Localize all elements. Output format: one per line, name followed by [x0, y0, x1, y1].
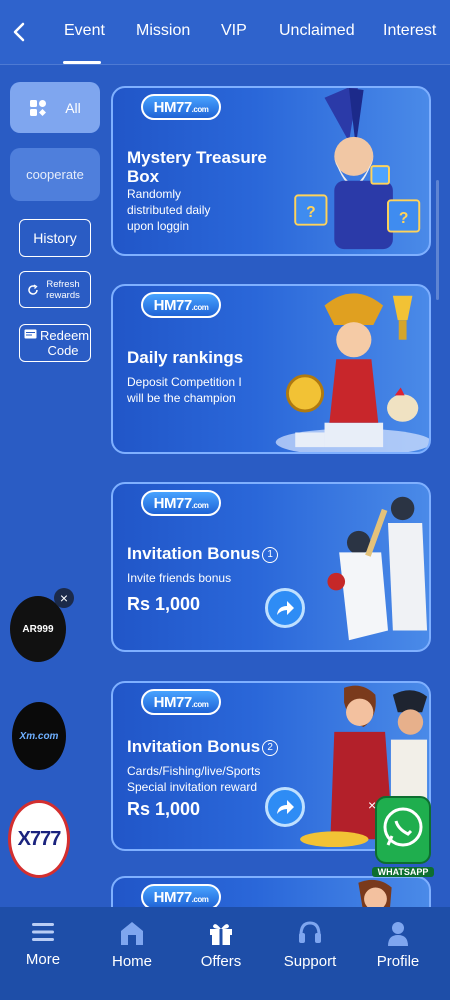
refresh-icon — [28, 283, 38, 295]
refresh-rewards-button[interactable]: Refresh rewards — [19, 271, 91, 308]
menu-icon — [32, 923, 54, 941]
card-description: Deposit Competition I will be the champi… — [127, 375, 242, 405]
category-all-label: All — [65, 99, 81, 116]
nav-home[interactable]: Home — [92, 919, 172, 970]
bottom-navigation: More Home Offers Support Profile — [0, 907, 450, 1000]
whatsapp-button[interactable]: WHATSAPP × — [368, 795, 434, 883]
tab-event[interactable]: Event — [64, 22, 105, 40]
scrollbar[interactable] — [436, 180, 439, 300]
tab-vip[interactable]: VIP — [221, 22, 247, 40]
nav-home-label: Home — [111, 953, 152, 970]
event-card-mystery-treasure[interactable]: HM77 .com Mystery Treasure Box Randomly d… — [111, 86, 431, 256]
card-description: Randomly distributed daily upon loggin — [127, 187, 211, 233]
close-icon[interactable]: × — [368, 797, 376, 813]
home-icon — [121, 922, 143, 945]
back-button[interactable] — [8, 18, 30, 46]
card-description: Cards/Fishing/live/Sports Special invita… — [127, 764, 261, 794]
nav-profile[interactable]: Profile — [358, 919, 438, 970]
nav-more[interactable]: More — [3, 919, 83, 968]
svg-text:?: ? — [306, 204, 316, 221]
code-icon — [24, 329, 37, 339]
event-card-daily-rankings[interactable]: HM77 .com Daily rankings Deposit Competit… — [111, 284, 431, 454]
grid-icon — [30, 99, 47, 116]
nav-profile-label: Profile — [376, 953, 420, 970]
top-tab-bar: Event Mission VIP Unclaimed Interest — [0, 0, 450, 65]
profile-icon — [388, 922, 408, 946]
card-title: Daily rankings — [127, 348, 244, 367]
share-arrow-icon — [277, 800, 294, 814]
svg-text:?: ? — [399, 210, 409, 227]
close-icon[interactable]: × — [54, 588, 74, 608]
wizard-illustration: ? ? — [294, 88, 421, 250]
card-title: Invitation Bonus 1 — [127, 544, 287, 563]
tab-mission[interactable]: Mission — [136, 22, 190, 40]
category-all[interactable]: All — [10, 82, 100, 133]
card-title: Mystery Treasure Box — [127, 148, 267, 186]
nav-offers[interactable]: Offers — [181, 919, 261, 970]
brand-logo: HM77 .com — [141, 292, 221, 318]
x777-game-icon[interactable]: X777 — [8, 800, 70, 878]
tab-interest[interactable]: Interest — [383, 22, 436, 40]
brand-logo: HM77 .com — [141, 689, 221, 715]
tab-unclaimed[interactable]: Unclaimed — [279, 22, 355, 40]
redeem-code-button[interactable]: Redeem Code — [19, 324, 91, 362]
category-cooperate-label: cooperate — [26, 167, 84, 182]
xm-game-icon[interactable]: Xm.com — [12, 702, 66, 770]
event-card-invitation-bonus-1[interactable]: HM77 .com Invitation Bonus 1 Invite friend… — [111, 482, 431, 652]
share-arrow-icon — [277, 601, 294, 615]
active-tab-indicator — [63, 61, 101, 64]
history-label: History — [33, 230, 77, 246]
nav-support-label: Support — [283, 953, 337, 970]
history-button[interactable]: History — [19, 219, 91, 257]
gift-icon — [210, 924, 232, 945]
nav-more-label: More — [25, 951, 61, 968]
nav-support[interactable]: Support — [270, 919, 350, 970]
brand-logo: HM77 .com — [141, 490, 221, 516]
refresh-rewards-label: Refresh rewards — [46, 278, 80, 301]
jester-trophy-illustration — [275, 293, 429, 452]
brand-logo: HM77 .com — [141, 94, 221, 120]
nav-offers-label: Offers — [200, 953, 242, 970]
bonus-amount: Rs 1,000 — [127, 594, 201, 614]
category-cooperate[interactable]: cooperate — [10, 148, 100, 201]
card-description: Invite friends bonus — [127, 571, 232, 585]
card-title: Invitation Bonus 2 — [127, 737, 287, 756]
share-button[interactable] — [265, 588, 305, 628]
share-button[interactable] — [265, 787, 305, 827]
chevron-left-icon — [13, 22, 25, 42]
redeem-code-label: Redeem Code — [40, 328, 90, 358]
bonus-amount: Rs 1,000 — [127, 799, 201, 819]
headset-icon — [299, 921, 321, 943]
whatsapp-label: WHATSAPP — [372, 867, 434, 877]
